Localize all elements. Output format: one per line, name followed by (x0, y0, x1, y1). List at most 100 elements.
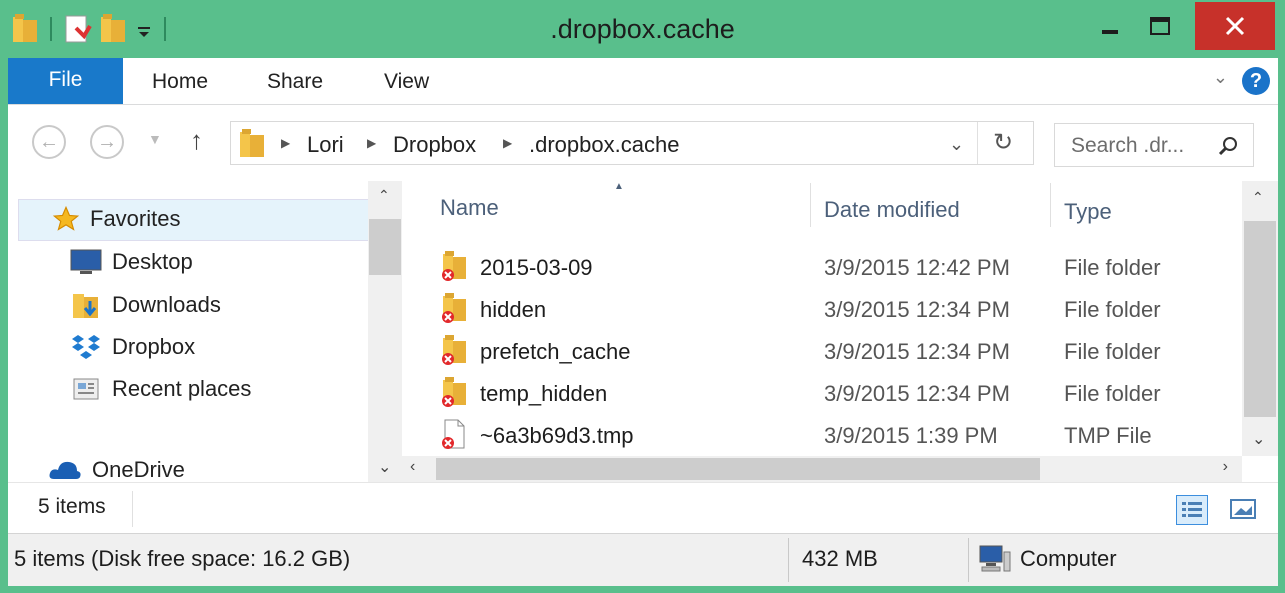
file-list-scrollbar[interactable]: ⌃ ⌄ (1242, 181, 1278, 456)
tab-view[interactable]: View (384, 58, 429, 104)
nav-onedrive[interactable]: OneDrive (48, 457, 185, 483)
downloads-icon (73, 294, 98, 318)
file-row[interactable]: hidden 3/9/2015 12:34 PM File folder (402, 289, 1242, 329)
explorer-window: .dropbox.cache File Home Share View ⌄ ? … (0, 0, 1285, 593)
recent-locations-chevron-icon[interactable]: ▼ (148, 131, 162, 147)
tab-file[interactable]: File (8, 58, 123, 104)
details-view-button[interactable] (1176, 495, 1208, 525)
scroll-down-chevron-icon[interactable]: ⌄ (378, 457, 391, 477)
folder-icon (240, 129, 264, 157)
nav-item-label: Recent places (112, 376, 252, 401)
nav-item-recent-places[interactable]: Recent places (70, 375, 251, 403)
breadcrumb-dropbox-cache[interactable]: .dropbox.cache (529, 132, 679, 158)
file-row[interactable]: prefetch_cache 3/9/2015 12:34 PM File fo… (402, 331, 1242, 371)
status-divider (788, 538, 789, 582)
expand-ribbon-chevron-icon[interactable]: ⌄ (1213, 67, 1228, 88)
file-type: TMP File (1064, 423, 1152, 448)
status-bar: 5 items (Disk free space: 16.2 GB) 432 M… (8, 533, 1278, 586)
sort-ascending-icon: ▲ (614, 181, 624, 192)
close-button[interactable] (1195, 2, 1275, 50)
address-bar[interactable]: ▶ Lori ▶ Dropbox ▶ .dropbox.cache ⌄ ↻ (230, 121, 1034, 165)
help-icon[interactable]: ? (1242, 67, 1270, 95)
horizontal-scrollbar[interactable]: ‹ › (402, 456, 1242, 482)
horizontal-scroll-thumb[interactable] (436, 458, 1040, 480)
column-divider[interactable] (1050, 183, 1051, 227)
nav-item-downloads[interactable]: Downloads (70, 291, 221, 319)
navigation-pane: Favorites Desktop Downloads Dropbox Rece… (8, 181, 402, 482)
file-type: File folder (1064, 381, 1161, 406)
breadcrumb-chevron-icon[interactable]: ▶ (281, 136, 290, 150)
tab-home[interactable]: Home (152, 58, 208, 104)
file-date: 3/9/2015 12:34 PM (824, 381, 1010, 406)
scroll-up-chevron-icon[interactable]: ⌃ (378, 187, 390, 204)
file-date: 3/9/2015 12:42 PM (824, 255, 1010, 280)
breadcrumb-chevron-icon[interactable]: ▶ (503, 136, 512, 150)
maximize-button[interactable] (1130, 2, 1190, 50)
breadcrumb-lori[interactable]: Lori (307, 132, 344, 158)
desktop-icon (70, 249, 102, 274)
refresh-icon[interactable]: ↻ (993, 128, 1013, 157)
count-divider (132, 491, 133, 527)
breadcrumb-chevron-icon[interactable]: ▶ (367, 136, 376, 150)
file-name: hidden (480, 297, 547, 322)
large-icons-view-button[interactable] (1228, 495, 1260, 525)
status-divider (968, 538, 969, 582)
file-date: 3/9/2015 1:39 PM (824, 423, 998, 448)
close-icon (1225, 16, 1245, 36)
minimize-icon (1102, 30, 1118, 34)
onedrive-cloud-icon (49, 461, 81, 479)
nav-item-desktop[interactable]: Desktop (70, 249, 193, 275)
file-list: ▲ Name Date modified Type 2015-03-09 3/9… (402, 181, 1278, 482)
item-count-bar: 5 items (8, 482, 1278, 533)
nav-scrollbar[interactable]: ⌃ ⌄ (368, 181, 402, 482)
address-history-chevron-icon[interactable]: ⌄ (949, 134, 964, 155)
file-name: temp_hidden (480, 381, 608, 406)
column-header-type[interactable]: Type (1064, 199, 1112, 225)
column-header-name[interactable]: Name (440, 195, 499, 221)
address-divider (977, 122, 978, 164)
tab-share[interactable]: Share (267, 58, 323, 104)
column-header-date[interactable]: Date modified (824, 197, 960, 223)
forward-button[interactable]: → (90, 125, 124, 159)
search-input[interactable]: Search .dr... (1054, 123, 1254, 167)
search-placeholder: Search .dr... (1071, 134, 1185, 157)
breadcrumb-dropbox[interactable]: Dropbox (393, 132, 476, 158)
status-items-free-space: 5 items (Disk free space: 16.2 GB) (14, 546, 351, 571)
maximize-icon (1150, 17, 1170, 35)
file-name: 2015-03-09 (480, 255, 593, 280)
nav-favorites[interactable]: Favorites (52, 205, 180, 233)
file-type: File folder (1064, 297, 1161, 322)
folder-sync-error-icon (442, 335, 466, 365)
dropbox-icon (72, 335, 100, 359)
computer-icon (979, 545, 1011, 572)
title-bar: .dropbox.cache (0, 0, 1285, 58)
status-size: 432 MB (802, 546, 878, 571)
file-list-scroll-thumb[interactable] (1244, 221, 1276, 417)
item-count: 5 items (38, 495, 106, 518)
folder-sync-error-icon (442, 377, 466, 407)
back-arrow-icon: ← (39, 131, 59, 153)
file-row[interactable]: temp_hidden 3/9/2015 12:34 PM File folde… (402, 373, 1242, 413)
file-row[interactable]: 2015-03-09 3/9/2015 12:42 PM File folder (402, 247, 1242, 287)
forward-arrow-icon: → (97, 131, 117, 153)
recent-places-icon (73, 378, 99, 400)
scroll-right-chevron-icon[interactable]: › (1223, 458, 1228, 476)
file-date: 3/9/2015 12:34 PM (824, 339, 1010, 364)
file-sync-error-icon (442, 419, 465, 449)
file-name: prefetch_cache (480, 339, 631, 364)
scroll-down-chevron-icon[interactable]: ⌄ (1252, 429, 1265, 449)
ribbon: File Home Share View ⌄ ? (8, 58, 1278, 105)
scroll-left-chevron-icon[interactable]: ‹ (410, 458, 415, 476)
nav-scroll-thumb[interactable] (369, 219, 401, 275)
folder-sync-error-icon (442, 251, 466, 281)
search-icon[interactable] (1217, 135, 1239, 157)
scroll-up-chevron-icon[interactable]: ⌃ (1252, 189, 1264, 206)
file-row[interactable]: ~6a3b69d3.tmp 3/9/2015 1:39 PM TMP File (402, 415, 1242, 455)
nav-favorites-label: Favorites (90, 206, 181, 231)
back-button[interactable]: ← (32, 125, 66, 159)
column-divider[interactable] (810, 183, 811, 227)
up-arrow-icon[interactable]: ↑ (190, 125, 203, 156)
nav-item-label: Dropbox (112, 334, 196, 359)
nav-item-label: Desktop (112, 249, 193, 274)
nav-item-dropbox[interactable]: Dropbox (70, 333, 195, 361)
